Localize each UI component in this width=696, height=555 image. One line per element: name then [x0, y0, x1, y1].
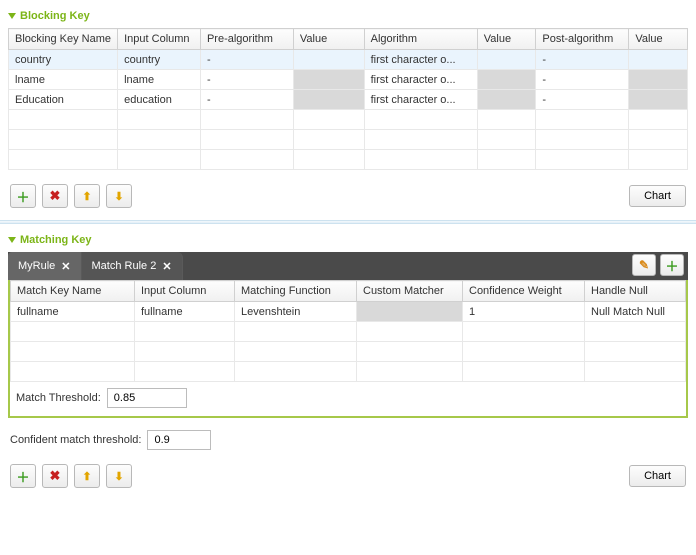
col-header[interactable]: Match Key Name	[11, 281, 135, 302]
table-row[interactable]: Education education - first character o.…	[9, 90, 688, 110]
table-row[interactable]: fullname fullname Levenshtein 1 Null Mat…	[11, 302, 686, 322]
move-up-button[interactable]: ⬆	[74, 464, 100, 488]
collapse-icon	[8, 237, 16, 243]
table-row[interactable]	[9, 150, 688, 170]
arrow-down-icon: ⬇	[114, 470, 123, 483]
move-down-button[interactable]: ⬇	[106, 184, 132, 208]
plus-icon: ＋	[16, 187, 29, 206]
arrow-up-icon: ⬆	[82, 190, 91, 203]
matching-key-title: Matching Key	[20, 234, 92, 246]
col-header[interactable]: Input Column	[135, 281, 235, 302]
tab-label: Match Rule 2	[92, 260, 157, 272]
table-row[interactable]	[11, 362, 686, 382]
arrow-down-icon: ⬇	[114, 190, 123, 203]
delete-button[interactable]: ✖	[42, 184, 68, 208]
x-icon: ✖	[50, 468, 61, 484]
match-threshold-input[interactable]	[107, 388, 187, 408]
close-icon[interactable]: ✕	[61, 260, 70, 273]
edit-icon: ✎	[639, 258, 649, 272]
col-header[interactable]: Post-algorithm	[536, 29, 629, 50]
matching-key-table: Match Key Name Input Column Matching Fun…	[10, 280, 686, 382]
table-row[interactable]	[9, 130, 688, 150]
plus-icon: ＋	[665, 256, 678, 275]
match-threshold-label: Match Threshold:	[16, 392, 101, 404]
col-header[interactable]: Value	[629, 29, 688, 50]
blocking-key-table: Blocking Key Name Input Column Pre-algor…	[8, 28, 688, 170]
col-header[interactable]: Matching Function	[235, 281, 357, 302]
col-header[interactable]: Input Column	[118, 29, 201, 50]
col-header[interactable]: Value	[293, 29, 364, 50]
collapse-icon	[8, 13, 16, 19]
rule-tab-bar: MyRule ✕ Match Rule 2 ✕ ✎ ＋	[8, 252, 688, 280]
col-header[interactable]: Value	[477, 29, 536, 50]
arrow-up-icon: ⬆	[82, 470, 91, 483]
tab-label: MyRule	[18, 260, 55, 272]
tab-matchrule2[interactable]: Match Rule 2 ✕	[82, 252, 183, 280]
col-header[interactable]: Handle Null	[585, 281, 686, 302]
move-up-button[interactable]: ⬆	[74, 184, 100, 208]
plus-icon: ＋	[16, 467, 29, 486]
tab-myrule[interactable]: MyRule ✕	[8, 252, 82, 280]
add-rule-button[interactable]: ＋	[660, 254, 684, 276]
table-row[interactable]	[9, 110, 688, 130]
table-row[interactable]: lname lname - first character o... -	[9, 70, 688, 90]
chart-button[interactable]: Chart	[629, 185, 686, 207]
add-button[interactable]: ＋	[10, 184, 36, 208]
table-row[interactable]	[11, 342, 686, 362]
blocking-key-title: Blocking Key	[20, 10, 90, 22]
chart-button[interactable]: Chart	[629, 465, 686, 487]
delete-button[interactable]: ✖	[42, 464, 68, 488]
add-button[interactable]: ＋	[10, 464, 36, 488]
col-header[interactable]: Custom Matcher	[357, 281, 463, 302]
col-header[interactable]: Confidence Weight	[463, 281, 585, 302]
col-header[interactable]: Pre-algorithm	[200, 29, 293, 50]
edit-rule-button[interactable]: ✎	[632, 254, 656, 276]
match-rule-panel: Match Key Name Input Column Matching Fun…	[8, 280, 688, 418]
move-down-button[interactable]: ⬇	[106, 464, 132, 488]
section-separator	[0, 220, 696, 224]
blocking-key-header[interactable]: Blocking Key	[8, 8, 688, 28]
table-row[interactable]: country country - first character o... -	[9, 50, 688, 70]
table-row[interactable]	[11, 322, 686, 342]
col-header[interactable]: Algorithm	[364, 29, 477, 50]
close-icon[interactable]: ✕	[162, 260, 171, 273]
col-header[interactable]: Blocking Key Name	[9, 29, 118, 50]
confident-threshold-input[interactable]	[147, 430, 211, 450]
x-icon: ✖	[50, 188, 61, 204]
matching-key-header[interactable]: Matching Key	[8, 232, 688, 252]
confident-threshold-label: Confident match threshold:	[10, 434, 141, 446]
